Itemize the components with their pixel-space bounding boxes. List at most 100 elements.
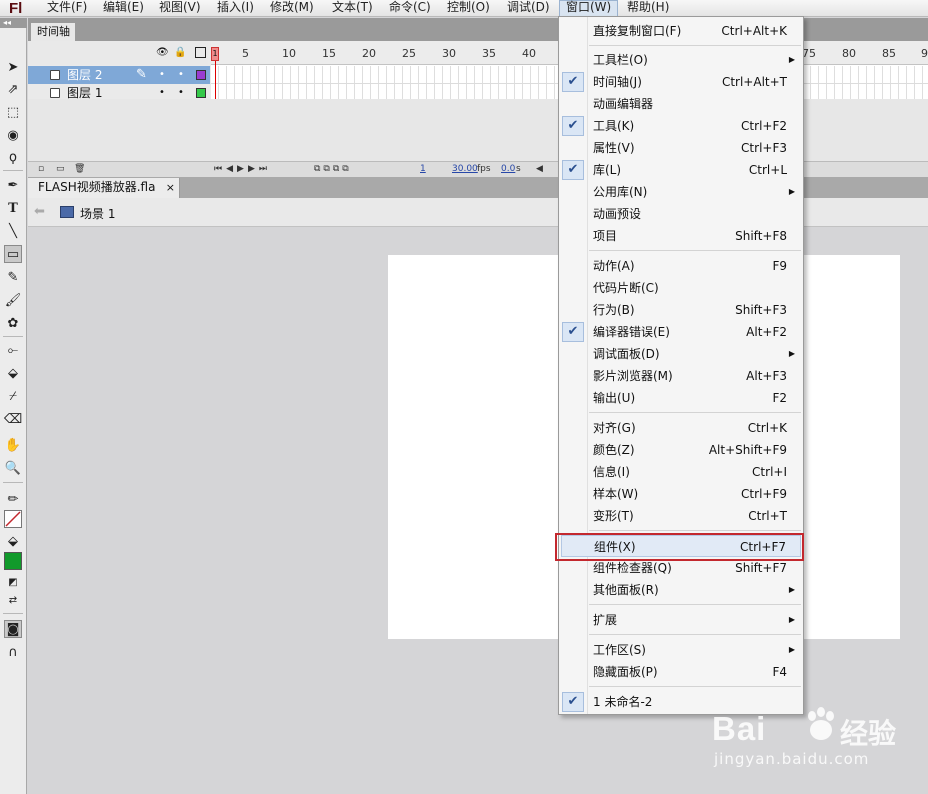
tab-timeline[interactable]: 时间轴 <box>30 22 76 41</box>
frame-tick: 25 <box>402 47 416 60</box>
lasso-icon[interactable]: ϙ <box>4 148 22 166</box>
elapsed-time[interactable]: 0.0 <box>501 162 515 177</box>
checkmark-icon: ✔ <box>562 72 584 92</box>
scroll-left-icon[interactable]: ◀ <box>536 162 543 177</box>
zoom-icon[interactable]: 🔍 <box>4 459 22 477</box>
menu-item-extensions[interactable]: 扩展 ▶ <box>561 609 801 631</box>
menu-window[interactable]: 窗口(W) <box>559 0 619 17</box>
delete-layer-icon[interactable]: 🗑 <box>74 162 85 177</box>
baidu-jingyan-watermark: Bai 经验 jingyan.baidu.com <box>712 700 928 794</box>
menu-text[interactable]: 文本(T) <box>326 0 379 17</box>
checkmark-icon: ✔ <box>562 322 584 342</box>
menu-item-timeline[interactable]: ✔ 时间轴(J) Ctrl+Alt+T <box>561 71 801 93</box>
free-transform-icon[interactable]: ⬚ <box>4 103 22 121</box>
menu-item-motion-presets[interactable]: 动画预设 <box>561 203 801 225</box>
menu-modify[interactable]: 修改(M) <box>264 0 320 17</box>
menu-item-align[interactable]: 对齐(G) Ctrl+K <box>561 417 801 439</box>
submenu-arrow-icon: ▶ <box>788 187 795 196</box>
rectangle-icon[interactable]: ▭ <box>4 245 22 263</box>
fill-color-swatch[interactable] <box>4 552 22 570</box>
current-frame[interactable]: 1 <box>420 162 426 177</box>
menu-insert[interactable]: 插入(I) <box>211 0 260 17</box>
deco-icon[interactable]: ✿ <box>4 314 22 332</box>
back-arrow-icon[interactable]: ⬅ <box>34 204 45 219</box>
menu-item-common-libraries[interactable]: 公用库(N) ▶ <box>561 181 801 203</box>
playhead[interactable]: 1 <box>211 47 219 61</box>
frame-tick: 5 <box>242 47 249 60</box>
swap-colors-icon[interactable]: ⇄ <box>4 591 22 609</box>
new-folder-icon[interactable]: ▭ <box>56 162 65 177</box>
3d-rotation-icon[interactable]: ◉ <box>4 126 22 144</box>
layer-row-2[interactable]: 图层 2 ✎ • • <box>28 66 210 84</box>
menu-item-compiler-errors[interactable]: ✔ 编译器错误(E) Alt+F2 <box>561 321 801 343</box>
stroke-color-swatch[interactable] <box>4 510 22 528</box>
menu-item-tools[interactable]: ✔ 工具(K) Ctrl+F2 <box>561 115 801 137</box>
menu-item-color[interactable]: 颜色(Z) Alt+Shift+F9 <box>561 439 801 461</box>
pencil-icon[interactable]: ✎ <box>4 268 22 286</box>
subselection-arrow-icon[interactable]: ⇗ <box>4 80 22 98</box>
menu-item-project[interactable]: 项目 Shift+F8 <box>561 225 801 247</box>
paint-bucket-icon[interactable]: ⬙ <box>4 364 22 382</box>
menu-item-actions[interactable]: 动作(A) F9 <box>561 255 801 277</box>
menu-debug[interactable]: 调试(D) <box>501 0 556 17</box>
new-layer-icon[interactable]: ▫ <box>38 162 44 177</box>
window-dropdown-menu: 直接复制窗口(F) Ctrl+Alt+K 工具栏(O) ▶ ✔ 时间轴(J) Ctrl+… <box>558 16 804 715</box>
menu-item-toolbars[interactable]: 工具栏(O) ▶ <box>561 49 801 71</box>
submenu-arrow-icon: ▶ <box>788 55 795 64</box>
tab-document[interactable]: FLASH视频播放器.fla × <box>28 178 180 198</box>
eraser-icon[interactable]: ⌫ <box>4 410 22 428</box>
outline-icon[interactable] <box>195 47 206 58</box>
menu-file[interactable]: 文件(F) <box>41 0 93 17</box>
menu-item-hide-panels[interactable]: 隐藏面板(P) F4 <box>561 661 801 683</box>
scene-label[interactable]: 场景 1 <box>80 205 115 222</box>
tools-collapse-grip[interactable]: ◂◂ <box>0 18 27 28</box>
layer-color-swatch[interactable] <box>196 88 206 98</box>
flash-ide-window: Fl 文件(F) 编辑(E) 视图(V) 插入(I) 修改(M) 文本(T) 命… <box>0 0 928 794</box>
brush-icon[interactable]: 🖌 <box>4 291 22 309</box>
playback-controls-icon[interactable]: ⏮◀▶▶⏭ <box>214 162 271 177</box>
menu-edit[interactable]: 编辑(E) <box>97 0 150 17</box>
snap-magnet-icon[interactable]: ∩ <box>4 643 22 661</box>
menu-control[interactable]: 控制(O) <box>441 0 496 17</box>
watermark-url: jingyan.baidu.com <box>714 750 870 768</box>
menu-item-motion-editor[interactable]: 动画编辑器 <box>561 93 801 115</box>
menu-item-library[interactable]: ✔ 库(L) Ctrl+L <box>561 159 801 181</box>
hand-icon[interactable]: ✋ <box>4 436 22 454</box>
menu-item-movie-explorer[interactable]: 影片浏览器(M) Alt+F3 <box>561 365 801 387</box>
menu-separator <box>589 686 801 687</box>
menu-item-swatches[interactable]: 样本(W) Ctrl+F9 <box>561 483 801 505</box>
menu-item-info[interactable]: 信息(I) Ctrl+I <box>561 461 801 483</box>
menu-help[interactable]: 帮助(H) <box>621 0 675 17</box>
menu-item-workspace[interactable]: 工作区(S) ▶ <box>561 639 801 661</box>
menu-commands[interactable]: 命令(C) <box>383 0 437 17</box>
close-icon[interactable]: × <box>166 178 175 197</box>
eye-icon[interactable]: 👁 <box>156 47 169 58</box>
object-drawing-icon[interactable]: ◙ <box>4 620 22 638</box>
menu-item-other-panels[interactable]: 其他面板(R) ▶ <box>561 579 801 601</box>
line-icon[interactable]: ╲ <box>4 222 22 240</box>
menu-item-duplicate-window[interactable]: 直接复制窗口(F) Ctrl+Alt+K <box>561 20 801 42</box>
pen-icon[interactable]: ✒ <box>4 176 22 194</box>
menu-item-code-snippets[interactable]: 代码片断(C) <box>561 277 801 299</box>
menu-item-output[interactable]: 输出(U) F2 <box>561 387 801 409</box>
menu-view[interactable]: 视图(V) <box>153 0 207 17</box>
black-white-icon[interactable]: ◩ <box>4 573 22 591</box>
layer-color-swatch[interactable] <box>196 70 206 80</box>
menu-item-properties[interactable]: 属性(V) Ctrl+F3 <box>561 137 801 159</box>
menu-item-debug-panels[interactable]: 调试面板(D) ▶ <box>561 343 801 365</box>
selection-arrow-icon[interactable]: ➤ <box>4 58 22 76</box>
checkmark-icon: ✔ <box>562 160 584 180</box>
text-tool-icon[interactable]: T <box>4 199 22 217</box>
onion-skin-icons[interactable]: ⧉⧉⧉⧉ <box>314 162 352 177</box>
frame-tick: 15 <box>322 47 336 60</box>
eyedropper-icon[interactable]: ⌿ <box>4 387 22 405</box>
frame-tick: 10 <box>282 47 296 60</box>
checkmark-icon: ✔ <box>562 116 584 136</box>
lock-dot[interactable]: • <box>178 66 184 84</box>
visible-dot[interactable]: • <box>159 66 165 84</box>
frame-rate[interactable]: 30.00 <box>452 162 478 177</box>
menu-item-behaviors[interactable]: 行为(B) Shift+F3 <box>561 299 801 321</box>
bone-icon[interactable]: ⟜ <box>4 341 22 359</box>
menu-item-transform[interactable]: 变形(T) Ctrl+T <box>561 505 801 527</box>
lock-icon[interactable]: 🔒 <box>174 47 186 58</box>
